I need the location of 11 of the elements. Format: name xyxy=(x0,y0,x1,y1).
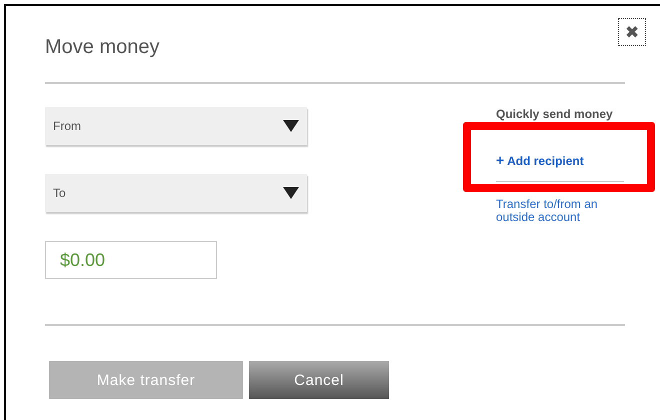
caret-icon xyxy=(283,187,299,199)
dialog-title: Move money xyxy=(45,36,160,60)
sidebar-heading: Quickly send money xyxy=(496,108,614,121)
dropdown-field[interactable]: From xyxy=(45,107,307,145)
add-recipient-link[interactable]: + Add recipient xyxy=(496,152,626,168)
dropdown-field[interactable]: To xyxy=(45,174,307,212)
cancel-button[interactable]: Cancel xyxy=(249,361,389,399)
caret-icon xyxy=(283,120,299,132)
transfer-link[interactable]: Transfer to/from an outside account xyxy=(496,198,626,224)
close-button[interactable]: ✖ xyxy=(618,18,646,46)
amount-field[interactable]: $0.00 xyxy=(45,241,217,279)
